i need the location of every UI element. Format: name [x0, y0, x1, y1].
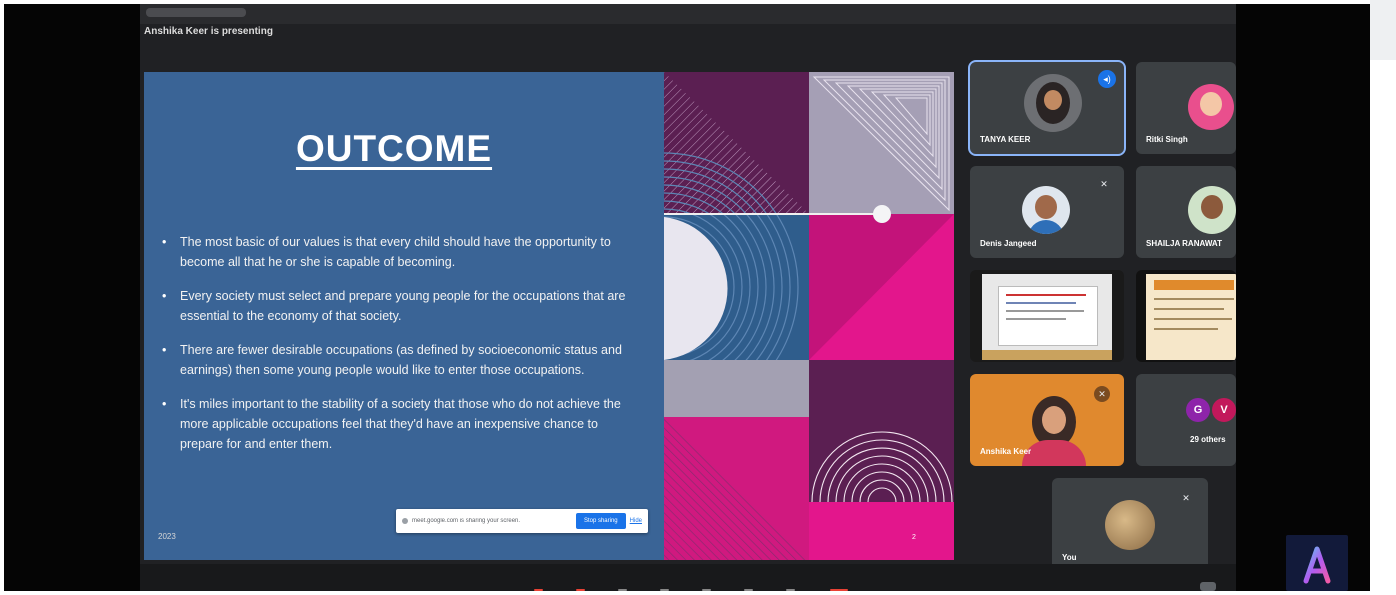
meet-window: Anshika Keer is presenting OUTCOME The m… [140, 4, 1236, 591]
mic-off-icon: ✕ [1096, 176, 1112, 192]
mic-off-icon: ✕ [1094, 386, 1110, 402]
shared-document-thumbnail [1146, 274, 1236, 360]
participant-tile[interactable]: Ritki Singh [1136, 62, 1236, 154]
presentation-slide: OUTCOME The most basic of our values is … [144, 72, 954, 560]
presenting-label: Anshika Keer is presenting [144, 26, 273, 37]
participant-initial-avatar: V [1212, 398, 1236, 422]
participant-tile[interactable]: ✕ Denis Jangeed [970, 166, 1124, 258]
slide-geometric-pattern [664, 72, 954, 560]
shared-document-thumbnail [982, 274, 1112, 360]
slide-bullet: Every society must select and prepare yo… [158, 286, 638, 326]
slide-bullet: It's miles important to the stability of… [158, 394, 638, 454]
mic-off-icon: ✕ [1178, 490, 1194, 506]
letter-a-logo-icon [1286, 535, 1348, 591]
control-button[interactable] [618, 589, 627, 591]
participant-screen-tile[interactable] [970, 270, 1124, 362]
participant-video-tile[interactable]: ✕ Anshika Keer [970, 374, 1124, 466]
participant-name: Denis Jangeed [980, 239, 1037, 248]
participant-tile[interactable]: SHAILJA RANAWAT [1136, 166, 1236, 258]
control-button[interactable] [576, 589, 585, 591]
slide-year: 2023 [158, 532, 176, 541]
slide-title: OUTCOME [295, 128, 493, 169]
self-tile[interactable]: ✕ You [1052, 478, 1208, 572]
participant-name: Ritki Singh [1146, 135, 1188, 144]
blurred-title [146, 8, 246, 17]
slide-bullets: The most basic of our values is that eve… [158, 232, 638, 468]
right-margin [1370, 0, 1396, 595]
window-top-strip [140, 4, 1236, 24]
others-tile[interactable]: G V 29 others [1136, 374, 1236, 466]
participant-avatar [1022, 186, 1070, 234]
self-avatar [1105, 500, 1155, 550]
right-margin-stripe [1370, 0, 1396, 60]
share-message: meet.google.com is sharing your screen. [412, 518, 521, 524]
participant-tile[interactable]: ◂) TANYA KEER [968, 60, 1126, 156]
control-button[interactable] [660, 589, 669, 591]
control-button[interactable] [786, 589, 795, 591]
speaking-icon: ◂) [1098, 70, 1116, 88]
share-indicator-icon [402, 518, 408, 524]
others-count: 29 others [1190, 435, 1226, 444]
participant-initial-avatar: G [1186, 398, 1210, 422]
leave-call-button[interactable] [830, 589, 848, 591]
slide-bullet: The most basic of our values is that eve… [158, 232, 638, 272]
participant-counter[interactable] [1200, 582, 1216, 591]
screen-frame: Anshika Keer is presenting OUTCOME The m… [4, 4, 1370, 591]
slide-text-panel: OUTCOME The most basic of our values is … [144, 72, 664, 560]
participant-name: Anshika Keer [980, 447, 1032, 456]
control-button[interactable] [534, 589, 543, 591]
hide-share-bar-button[interactable]: Hide [630, 518, 642, 524]
stop-sharing-button[interactable]: Stop sharing [575, 513, 626, 529]
slide-page-number: 2 [912, 534, 916, 541]
participant-avatar [1188, 84, 1234, 130]
participant-name: TANYA KEER [980, 135, 1031, 144]
participant-screen-tile[interactable] [1136, 270, 1236, 362]
screen-share-bar: meet.google.com is sharing your screen. … [396, 509, 648, 533]
slide-bullet: There are fewer desirable occupations (a… [158, 340, 638, 380]
participant-shirt [1022, 440, 1086, 466]
meeting-controls-bar [140, 564, 1236, 591]
participant-avatar [1024, 74, 1082, 132]
participant-video-face [1042, 406, 1066, 434]
control-button[interactable] [702, 589, 711, 591]
control-button[interactable] [744, 589, 753, 591]
participant-name: SHAILJA RANAWAT [1146, 239, 1222, 248]
participant-avatar [1188, 186, 1236, 234]
self-name: You [1062, 553, 1077, 562]
